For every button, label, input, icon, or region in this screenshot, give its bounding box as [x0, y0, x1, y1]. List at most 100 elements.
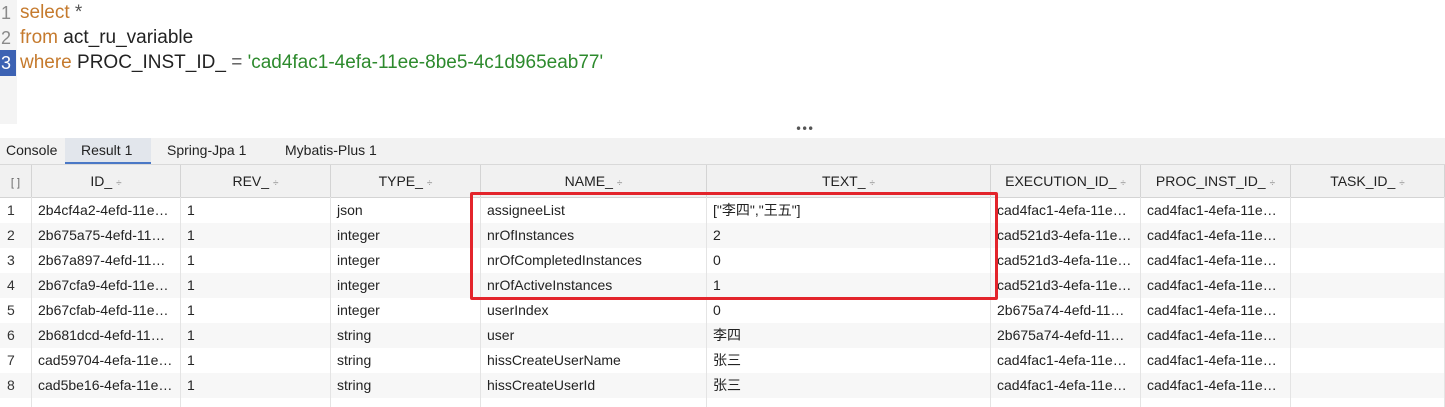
table-row[interactable]: 4 2b67cfa9-4efd-11e… 1 integer nrOfActiveIns…	[0, 273, 1445, 298]
panel-splitter[interactable]: •••	[0, 123, 1445, 138]
sort-icon[interactable]: ÷	[1270, 178, 1276, 189]
table-cell[interactable]: 李四	[707, 323, 991, 348]
table-cell[interactable]: string	[331, 323, 481, 348]
table-cell[interactable]: 2b67a897-4efd-11…	[32, 248, 181, 273]
select-all-icon[interactable]: [ ]	[11, 177, 20, 189]
sort-icon[interactable]: ÷	[870, 178, 876, 189]
table-cell[interactable]: 2b675a75-4efd-11…	[32, 223, 181, 248]
table-cell[interactable]: cad4fac1-4efa-11e…	[991, 373, 1141, 398]
table-cell[interactable]: 0	[707, 298, 991, 323]
tab-console[interactable]: Console	[6, 138, 66, 164]
table-cell[interactable]: 2b675a74-4efd-11…	[991, 323, 1141, 348]
table-cell[interactable]: cad4fac1-4efa-11e…	[991, 198, 1141, 223]
table-row[interactable]: 6 2b681dcd-4efd-11… 1 string user 李四 2b675a74-…	[0, 323, 1445, 348]
table-cell[interactable]: cad59704-4efa-11e…	[32, 348, 181, 373]
column-header-type[interactable]: TYPE_ ÷	[331, 165, 481, 197]
table-cell[interactable]: json	[331, 198, 481, 223]
column-header-rev[interactable]: REV_ ÷	[181, 165, 331, 197]
table-cell[interactable]: integer	[331, 298, 481, 323]
table-cell[interactable]: 1	[181, 298, 331, 323]
table-cell[interactable]: 2b681dcd-4efd-11…	[32, 323, 181, 348]
column-header-name[interactable]: NAME_ ÷	[481, 165, 707, 197]
table-cell[interactable]: 2b67cfa9-4efd-11e…	[32, 273, 181, 298]
table-cell[interactable]: 1	[181, 323, 331, 348]
table-cell[interactable]: nrOfActiveInstances	[481, 273, 707, 298]
sort-icon[interactable]: ÷	[617, 178, 623, 189]
table-row[interactable]: 1 2b4cf4a2-4efd-11e… 1 json assigneeList ["李四…	[0, 198, 1445, 223]
table-row[interactable]: 5 2b67cfab-4efd-11e… 1 integer userIndex 0 2b6…	[0, 298, 1445, 323]
select-all-corner[interactable]: [ ]	[0, 165, 32, 197]
table-cell[interactable]: cad4fac1-4efa-11e…	[1141, 223, 1291, 248]
sort-icon[interactable]: ÷	[273, 178, 279, 189]
table-cell[interactable]	[1291, 223, 1445, 248]
table-cell[interactable]: 2b4cf4a2-4efd-11e…	[32, 198, 181, 223]
column-header-procinstid[interactable]: PROC_INST_ID_ ÷	[1141, 165, 1291, 197]
table-cell[interactable]: 1	[707, 273, 991, 298]
table-row[interactable]: 7 cad59704-4efa-11e… 1 string hissCreateUser…	[0, 348, 1445, 373]
table-cell[interactable]: 1	[181, 198, 331, 223]
code-line[interactable]: 3 where PROC_INST_ID_ = 'cad4fac1-4efa-11…	[0, 50, 1445, 76]
tab-spring-jpa-1[interactable]: Spring-Jpa 1	[167, 138, 267, 164]
table-cell[interactable]: 张三	[707, 348, 991, 373]
table-cell[interactable]: cad521d3-4efa-11e…	[991, 273, 1141, 298]
table-cell[interactable]: cad521d3-4efa-11e…	[991, 223, 1141, 248]
column-header-text[interactable]: TEXT_ ÷	[707, 165, 991, 197]
table-row[interactable]: 2 2b675a75-4efd-11… 1 integer nrOfInstances 2…	[0, 223, 1445, 248]
table-row[interactable]: 3 2b67a897-4efd-11… 1 integer nrOfCompletedI…	[0, 248, 1445, 273]
sort-icon[interactable]: ÷	[427, 178, 433, 189]
table-cell[interactable]: 1	[181, 348, 331, 373]
table-cell[interactable]: cad4fac1-4efa-11e…	[1141, 323, 1291, 348]
table-cell[interactable]	[1291, 273, 1445, 298]
table-cell[interactable]	[1291, 248, 1445, 273]
table-cell[interactable]: 1	[181, 373, 331, 398]
table-cell[interactable]: integer	[331, 273, 481, 298]
column-header-taskid[interactable]: TASK_ID_ ÷	[1291, 165, 1445, 197]
table-cell[interactable]: cad4fac1-4efa-11e…	[991, 348, 1141, 373]
table-cell[interactable]: ["李四","王五"]	[707, 198, 991, 223]
table-cell[interactable]: 1	[181, 223, 331, 248]
code-line[interactable]: 1 select *	[0, 0, 1445, 26]
table-cell[interactable]: cad4fac1-4efa-11e…	[1141, 198, 1291, 223]
tab-mybatis-plus-1[interactable]: Mybatis-Plus 1	[285, 138, 405, 164]
sort-icon[interactable]: ÷	[116, 178, 122, 189]
table-cell[interactable]: assigneeList	[481, 198, 707, 223]
table-cell[interactable]: 2b67cfab-4efd-11e…	[32, 298, 181, 323]
table-cell[interactable]: nrOfInstances	[481, 223, 707, 248]
table-cell[interactable]: 1	[181, 273, 331, 298]
table-cell[interactable]: 1	[181, 248, 331, 273]
column-header-id[interactable]: ID_ ÷	[32, 165, 181, 197]
table-cell[interactable]: 0	[707, 248, 991, 273]
table-cell[interactable]	[1291, 348, 1445, 373]
code-line[interactable]: 2 from act_ru_variable	[0, 25, 1445, 51]
table-cell[interactable]: 2	[707, 223, 991, 248]
table-cell[interactable]: cad4fac1-4efa-11e…	[1141, 248, 1291, 273]
table-cell[interactable]	[1291, 323, 1445, 348]
sort-icon[interactable]: ÷	[1399, 178, 1405, 189]
table-cell[interactable]: nrOfCompletedInstances	[481, 248, 707, 273]
table-cell[interactable]: string	[331, 373, 481, 398]
table-cell[interactable]: hissCreateUserId	[481, 373, 707, 398]
table-cell[interactable]: userIndex	[481, 298, 707, 323]
table-cell[interactable]: cad5be16-4efa-11e…	[32, 373, 181, 398]
table-cell[interactable]: 2b675a74-4efd-11…	[991, 298, 1141, 323]
sort-icon[interactable]: ÷	[1120, 178, 1126, 189]
table-cell[interactable]	[1291, 373, 1445, 398]
table-row[interactable]: 8 cad5be16-4efa-11e… 1 string hissCreateUser…	[0, 373, 1445, 398]
tab-result-1[interactable]: Result 1	[65, 138, 151, 164]
table-cell[interactable]: hissCreateUserName	[481, 348, 707, 373]
table-cell[interactable]: integer	[331, 248, 481, 273]
sql-editor[interactable]: 1 select * 2 from act_ru_variable 3 where PRO…	[0, 0, 1445, 124]
table-cell[interactable]: cad4fac1-4efa-11e…	[1141, 298, 1291, 323]
table-cell[interactable]: integer	[331, 223, 481, 248]
table-cell[interactable]: cad4fac1-4efa-11e…	[1141, 348, 1291, 373]
table-cell[interactable]: cad4fac1-4efa-11e…	[1141, 273, 1291, 298]
table-cell[interactable]: string	[331, 348, 481, 373]
table-cell[interactable]: cad4fac1-4efa-11e…	[1141, 373, 1291, 398]
column-header-executionid[interactable]: EXECUTION_ID_ ÷	[991, 165, 1141, 197]
drag-handle-icon[interactable]: •••	[795, 123, 814, 135]
table-cell[interactable]: cad521d3-4efa-11e…	[991, 248, 1141, 273]
table-cell[interactable]: 张三	[707, 373, 991, 398]
table-cell[interactable]	[1291, 198, 1445, 223]
table-cell[interactable]	[1291, 298, 1445, 323]
table-cell[interactable]: user	[481, 323, 707, 348]
